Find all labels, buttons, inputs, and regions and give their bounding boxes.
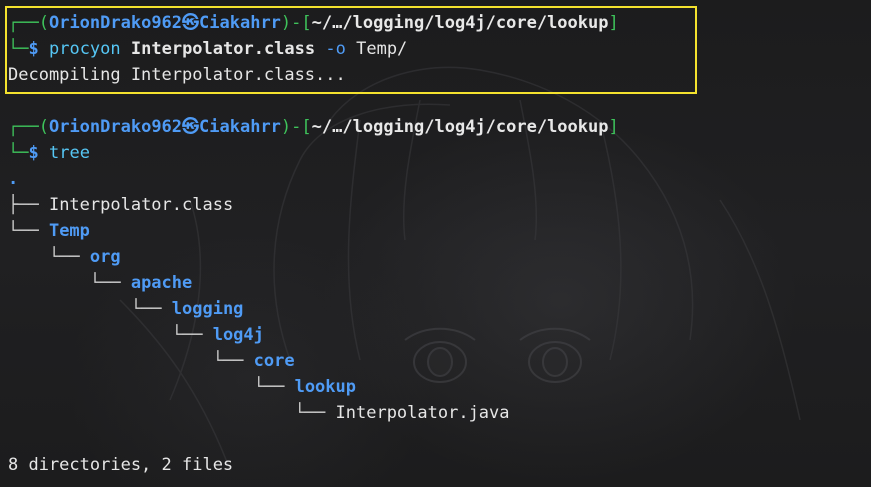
- directory-name: apache: [130, 273, 193, 293]
- tree-branch: ├──: [8, 195, 49, 215]
- tree-entry: └── core: [8, 348, 295, 374]
- directory-name: log4j: [212, 325, 264, 345]
- tree-entry: └── log4j: [8, 322, 264, 348]
- prompt-dollar: $: [28, 143, 39, 163]
- prompt-username: OrionDrako962: [48, 117, 183, 137]
- tree-branch: └──: [8, 325, 213, 345]
- tree-branch: └──: [8, 377, 295, 397]
- tree-entry: └── org: [8, 244, 121, 270]
- prompt-paren: (: [38, 117, 49, 137]
- prompt-paren: ): [280, 117, 292, 137]
- highlight-box: [5, 6, 697, 94]
- directory-name: lookup: [294, 377, 356, 397]
- prompt-bracket: [: [301, 117, 312, 137]
- tree-root: .: [8, 169, 19, 189]
- tree-entry: └── apache: [8, 270, 192, 296]
- directory-name: core: [253, 351, 295, 371]
- command-name: tree: [48, 143, 90, 163]
- prompt-header-2: ┌──(OrionDrako962㉿Ciakahrr)-[~/…/logging…: [8, 114, 619, 140]
- tree-branch: └──: [8, 351, 254, 371]
- tree-branch: └──: [8, 247, 90, 267]
- directory-name: logging: [171, 299, 244, 319]
- prompt-bracket: ]: [608, 117, 619, 137]
- file-name: Interpolator.java: [335, 403, 510, 423]
- tree-branch: └──: [8, 299, 172, 319]
- command-line-2: └─$ tree: [8, 140, 90, 166]
- tree-branch: └──: [8, 221, 49, 241]
- tree-entry: ├── Interpolator.class: [8, 192, 233, 218]
- tree-entry: └── Temp: [8, 218, 90, 244]
- tree-entry: └── Interpolator.java: [8, 400, 510, 426]
- prompt-hostname: Ciakahrr: [199, 117, 281, 137]
- prompt-corner: ┌──: [8, 117, 39, 137]
- prompt-at-symbol: ㉿: [182, 117, 200, 137]
- tree-branch: └──: [8, 403, 336, 423]
- tree-summary: 8 directories, 2 files: [8, 455, 234, 475]
- file-name: Interpolator.class: [48, 195, 234, 215]
- directory-name: org: [89, 247, 121, 267]
- terminal-window: ┌──(OrionDrako962㉿Ciakahrr)-[~/…/logging…: [0, 0, 871, 487]
- prompt-corner: └─: [8, 143, 29, 163]
- tree-entry: └── logging: [8, 296, 244, 322]
- directory-name: Temp: [48, 221, 90, 241]
- tree-entry: └── lookup: [8, 374, 356, 400]
- tree-branch: └──: [8, 273, 131, 293]
- prompt-dash: -: [291, 117, 302, 137]
- prompt-path: ~/…/logging/log4j/core/lookup: [311, 117, 609, 137]
